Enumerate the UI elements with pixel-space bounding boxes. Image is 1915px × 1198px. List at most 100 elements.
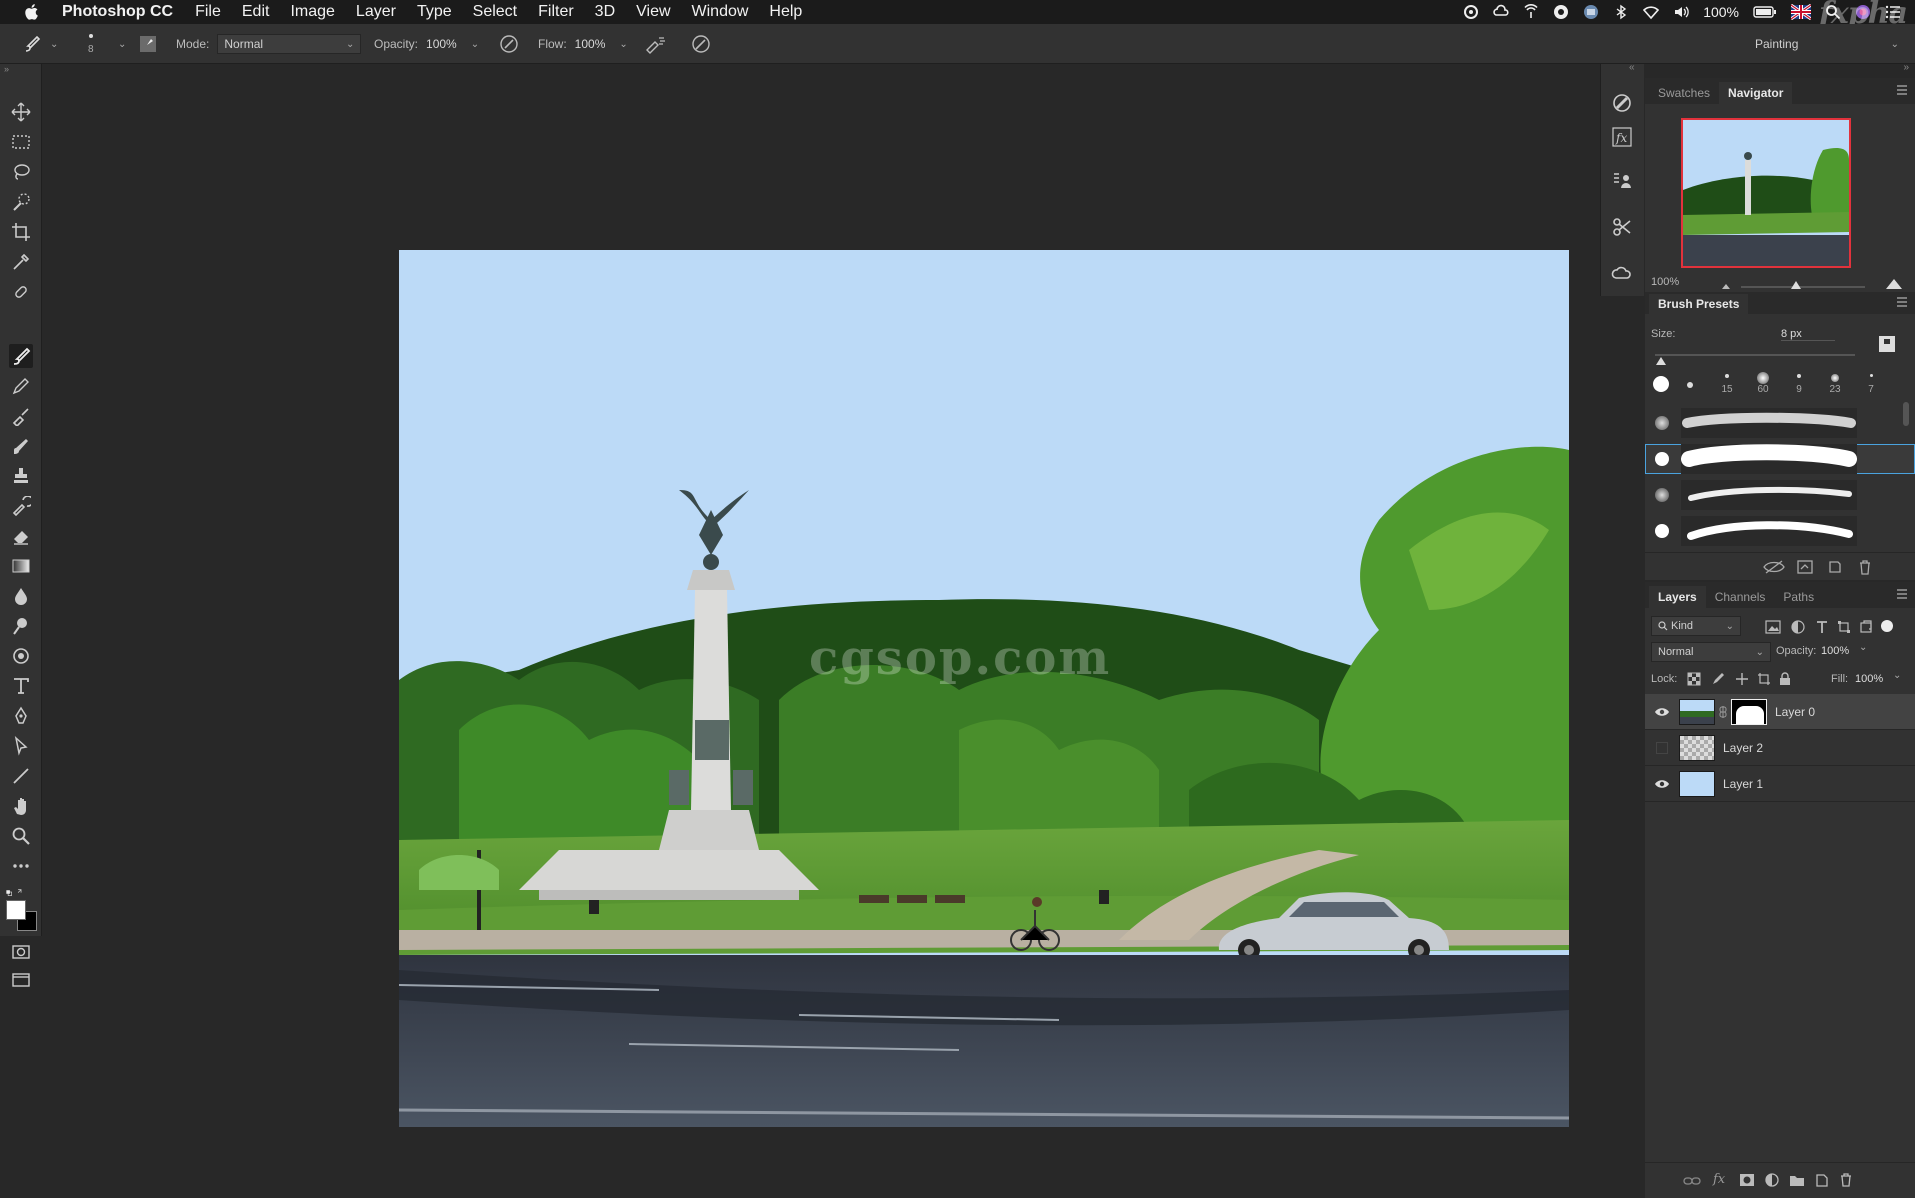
fill-value[interactable]: 100% — [1855, 673, 1883, 685]
tool-preset-picker[interactable]: ⌄ — [22, 24, 58, 64]
eyedropper-tool[interactable] — [9, 250, 33, 274]
quick-selection-tool[interactable] — [9, 190, 33, 214]
wifi-icon[interactable] — [1643, 4, 1660, 20]
tab-swatches[interactable]: Swatches — [1649, 82, 1719, 104]
layer-row-layer-2[interactable]: Layer 2 — [1645, 730, 1915, 766]
new-brush-icon[interactable] — [1827, 559, 1843, 575]
brush-tip-9[interactable]: 9 — [1791, 374, 1807, 398]
brush-panel-toggle-icon[interactable] — [138, 34, 158, 54]
layer-thumbnail[interactable] — [1679, 698, 1715, 725]
filter-adjustment-icon[interactable] — [1791, 620, 1805, 634]
menu-window[interactable]: Window — [692, 3, 749, 21]
tab-layers[interactable]: Layers — [1649, 586, 1706, 608]
creative-cloud-icon[interactable] — [1493, 4, 1509, 20]
brush-tip-15[interactable]: 15 — [1719, 374, 1735, 398]
tool-presets-panel-button[interactable] — [1611, 216, 1635, 240]
adjustments-panel-button[interactable] — [1611, 92, 1635, 116]
clone-stamp-tool[interactable] — [9, 464, 33, 488]
visibility-toggle[interactable] — [1645, 778, 1679, 790]
brush-presets-scrollbar[interactable] — [1903, 402, 1909, 426]
flow-value[interactable]: 100% — [575, 37, 606, 51]
panel-menu-icon[interactable] — [1895, 588, 1909, 600]
screen-mode-button[interactable] — [9, 968, 33, 992]
collapse-dock-icon[interactable]: « — [1629, 62, 1635, 73]
layer-thumbnail[interactable] — [1679, 734, 1715, 761]
type-tool[interactable] — [9, 674, 33, 698]
collapse-panels-icon[interactable]: » — [1903, 62, 1909, 73]
chevron-down-icon[interactable]: ⌄ — [619, 39, 627, 50]
lock-transparent-icon[interactable] — [1687, 672, 1701, 686]
volume-icon[interactable] — [1673, 4, 1689, 20]
filter-shape-icon[interactable] — [1837, 620, 1851, 634]
more-tools-button[interactable] — [9, 854, 33, 878]
eraser-tool[interactable] — [9, 524, 33, 548]
menu-edit[interactable]: Edit — [242, 3, 270, 21]
visibility-toggle[interactable] — [1645, 706, 1679, 718]
delete-layer-icon[interactable] — [1839, 1173, 1853, 1187]
color-swatches[interactable] — [6, 900, 38, 932]
menu-file[interactable]: File — [195, 3, 221, 21]
tab-paths[interactable]: Paths — [1774, 586, 1823, 608]
trash-icon[interactable] — [1857, 559, 1873, 575]
airbrush-icon[interactable] — [644, 33, 668, 55]
crop-tool[interactable] — [9, 220, 33, 244]
brush-size-field[interactable]: 8 px — [1781, 328, 1835, 341]
brush-tip-23[interactable]: 23 — [1827, 374, 1843, 398]
path-selection-tool[interactable] — [9, 734, 33, 758]
toggle-brush-visibility-icon[interactable] — [1763, 559, 1785, 575]
fx-icon[interactable]: fx — [1713, 1172, 1725, 1187]
tab-navigator[interactable]: Navigator — [1719, 82, 1793, 104]
brush-preset-row[interactable] — [1645, 516, 1915, 546]
opacity-value[interactable]: 100% — [426, 37, 457, 51]
brush-preset-picker[interactable]: 8 — [88, 24, 94, 64]
lock-pixels-icon[interactable] — [1711, 672, 1725, 686]
blend-mode-dropdown[interactable]: Normal ⌄ — [1651, 642, 1771, 662]
bluetooth-icon[interactable] — [1613, 4, 1629, 20]
lock-position-icon[interactable] — [1735, 672, 1749, 686]
adjustment-layer-icon[interactable] — [1765, 1173, 1779, 1187]
add-mask-icon[interactable] — [1739, 1173, 1755, 1187]
pattern-tool[interactable] — [9, 644, 33, 668]
battery-icon[interactable] — [1753, 4, 1777, 20]
brush-preset-row-selected[interactable] — [1645, 444, 1915, 474]
blur-tool[interactable] — [9, 584, 33, 608]
menu-layer[interactable]: Layer — [356, 3, 396, 21]
menu-type[interactable]: Type — [417, 3, 452, 21]
brush-tool[interactable] — [9, 344, 33, 368]
navigator-thumbnail[interactable] — [1681, 118, 1851, 268]
canvas-area[interactable]: cgsop.com — [43, 64, 1600, 1198]
document-canvas[interactable]: cgsop.com — [399, 250, 1569, 1127]
flag-uk-icon[interactable] — [1791, 4, 1811, 20]
extension-icon[interactable] — [1463, 4, 1479, 20]
chevron-down-icon[interactable]: ⌄ — [1859, 642, 1867, 653]
layer-row-layer-1[interactable]: Layer 1 — [1645, 766, 1915, 802]
pen-tool[interactable] — [9, 704, 33, 728]
layer-thumbnail[interactable] — [1679, 770, 1715, 797]
properties-panel-button[interactable] — [1611, 170, 1635, 194]
visibility-toggle[interactable] — [1645, 741, 1679, 754]
layer-name[interactable]: Layer 2 — [1723, 741, 1763, 755]
tab-channels[interactable]: Channels — [1706, 586, 1775, 608]
lock-artboard-icon[interactable] — [1757, 672, 1771, 686]
pressure-opacity-icon[interactable] — [498, 33, 520, 55]
apple-icon[interactable] — [20, 2, 44, 22]
filter-pixel-icon[interactable] — [1765, 620, 1781, 634]
pressure-size-icon[interactable] — [690, 33, 712, 55]
menu-help[interactable]: Help — [769, 3, 802, 21]
layer-name[interactable]: Layer 1 — [1723, 777, 1763, 791]
gradient-tool[interactable] — [9, 554, 33, 578]
zoom-tool[interactable] — [9, 824, 33, 848]
lasso-tool[interactable] — [9, 160, 33, 184]
color-swap-controls[interactable] — [4, 882, 38, 898]
menu-filter[interactable]: Filter — [538, 3, 574, 21]
navigator-zoom-slider[interactable] — [1741, 286, 1865, 288]
layer-row-layer-0[interactable]: Layer 0 — [1645, 694, 1915, 730]
brush-tip-hard-round[interactable] — [1653, 376, 1669, 392]
brush-tip-small[interactable] — [1687, 382, 1693, 388]
tab-brush-presets[interactable]: Brush Presets — [1649, 294, 1749, 314]
zoom-out-icon[interactable] — [1721, 282, 1731, 290]
hand-tool[interactable] — [9, 794, 33, 818]
spot-healing-tool[interactable] — [9, 280, 33, 304]
pencil-tool[interactable] — [9, 374, 33, 398]
menu-image[interactable]: Image — [290, 3, 334, 21]
